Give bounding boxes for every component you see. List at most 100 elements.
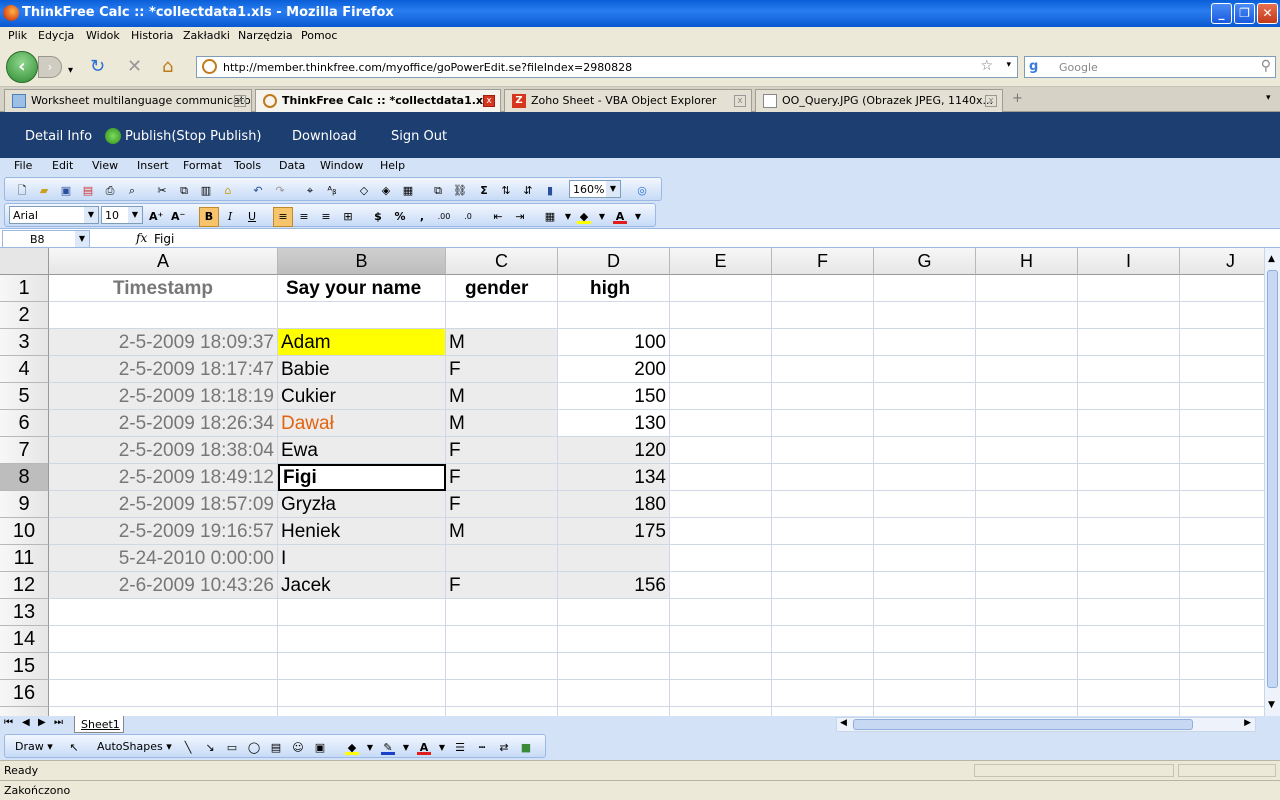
cell-b6[interactable]: Dawał: [278, 410, 446, 437]
sort-descending-icon[interactable]: ⇵: [521, 184, 535, 198]
forward-button[interactable]: ›: [38, 56, 62, 78]
grow-font-icon[interactable]: A⁺: [149, 210, 163, 224]
signout-link[interactable]: Sign Out: [391, 129, 447, 144]
cell-b8-selected[interactable]: Figi: [278, 464, 446, 491]
menu-format[interactable]: Format: [183, 159, 222, 172]
scroll-down-icon[interactable]: ▼: [1268, 700, 1275, 710]
row-header[interactable]: 13: [0, 599, 49, 626]
maximize-button[interactable]: ❐: [1234, 3, 1255, 24]
cell-a11[interactable]: 5-24-2010 0:00:00: [49, 545, 278, 572]
column-header-i[interactable]: I: [1078, 248, 1180, 275]
formula-input[interactable]: Figi: [154, 232, 174, 246]
cell-c6[interactable]: M: [446, 410, 558, 437]
function-icon[interactable]: fx: [136, 231, 147, 245]
open-icon[interactable]: ▰: [37, 184, 51, 198]
column-header-d[interactable]: D: [558, 248, 670, 275]
menu-tools[interactable]: Tools: [234, 159, 261, 172]
menu-data[interactable]: Data: [279, 159, 305, 172]
close-tab-icon[interactable]: x: [234, 95, 246, 107]
publish-link[interactable]: Publish(Stop Publish): [125, 129, 262, 144]
close-tab-icon[interactable]: x: [734, 95, 746, 107]
scroll-up-icon[interactable]: ▲: [1268, 254, 1275, 264]
search-icon[interactable]: ⚲: [1261, 58, 1271, 74]
cell-d1[interactable]: high: [558, 275, 670, 302]
hyperlink-icon[interactable]: ⛓: [453, 184, 467, 198]
help-icon[interactable]: ◎: [635, 184, 649, 198]
tab-list-icon[interactable]: ▾: [1266, 93, 1271, 103]
dash-style-icon[interactable]: ┅: [475, 741, 489, 755]
cell-d9[interactable]: 180: [558, 491, 670, 518]
undo-icon[interactable]: ↶: [251, 184, 265, 198]
menu-historia[interactable]: Historia: [131, 29, 173, 42]
currency-icon[interactable]: $: [371, 210, 385, 224]
column-header-g[interactable]: G: [874, 248, 976, 275]
back-button[interactable]: ‹: [6, 51, 38, 83]
underline-icon[interactable]: U: [245, 210, 259, 224]
autosum-icon[interactable]: Σ: [477, 184, 491, 198]
cell-b5[interactable]: Cukier: [278, 383, 446, 410]
find-icon[interactable]: ⌖: [303, 184, 317, 198]
row-header[interactable]: 16: [0, 680, 49, 707]
new-tab-icon[interactable]: +: [1012, 91, 1023, 106]
row-header[interactable]: 7: [0, 437, 49, 464]
cell-a10[interactable]: 2-5-2009 19:16:57: [49, 518, 278, 545]
cell-d12[interactable]: 156: [558, 572, 670, 599]
font-color-icon[interactable]: A: [417, 741, 431, 755]
stop-icon[interactable]: ✕: [127, 58, 142, 76]
chevron-down-icon[interactable]: ▼: [561, 210, 575, 224]
cell-c4[interactable]: F: [446, 356, 558, 383]
line-color-icon[interactable]: ✎: [381, 741, 395, 755]
url-input[interactable]: http://member.thinkfree.com/myoffice/goP…: [196, 56, 1018, 78]
menu-edit[interactable]: Edit: [52, 159, 73, 172]
arrow-icon[interactable]: ↘: [203, 741, 217, 755]
format-painter-icon[interactable]: ⌂: [221, 184, 235, 198]
select-pointer-icon[interactable]: ↖: [67, 741, 81, 755]
menu-plik[interactable]: Plik: [8, 29, 27, 42]
minimize-button[interactable]: _: [1211, 3, 1232, 24]
cell-c12[interactable]: F: [446, 572, 558, 599]
arrow-style-icon[interactable]: ⇄: [497, 741, 511, 755]
bold-icon[interactable]: B: [199, 207, 219, 227]
align-center-icon[interactable]: ≡: [297, 210, 311, 224]
bookmark-star-icon[interactable]: ☆: [980, 58, 993, 74]
chevron-down-icon[interactable]: ▼: [399, 741, 413, 755]
cell-b9[interactable]: Gryzła: [278, 491, 446, 518]
close-tab-icon[interactable]: x: [985, 95, 997, 107]
font-select[interactable]: Arial ▼: [9, 206, 99, 224]
menu-help[interactable]: Help: [380, 159, 405, 172]
select-all-corner[interactable]: [0, 248, 49, 275]
pdf-icon[interactable]: ▤: [81, 184, 95, 198]
column-header-e[interactable]: E: [670, 248, 772, 275]
row-header[interactable]: 4: [0, 356, 49, 383]
column-header-f[interactable]: F: [772, 248, 874, 275]
hscroll-thumb[interactable]: [853, 719, 1193, 730]
prev-sheet-icon[interactable]: ◀: [22, 717, 30, 728]
cell-d7[interactable]: 120: [558, 437, 670, 464]
eraser-icon[interactable]: ◇: [357, 184, 371, 198]
chart-icon[interactable]: ▮: [543, 184, 557, 198]
cell-a9[interactable]: 2-5-2009 18:57:09: [49, 491, 278, 518]
sort-ascending-icon[interactable]: ⇅: [499, 184, 513, 198]
increase-decimal-icon[interactable]: .00: [437, 210, 451, 224]
menu-view[interactable]: View: [92, 159, 118, 172]
tab-ooquery[interactable]: OO_Query.JPG (Obrazek JPEG, 1140x... x: [755, 89, 1003, 112]
download-link[interactable]: Download: [292, 129, 357, 144]
close-tab-icon[interactable]: x: [483, 95, 495, 107]
font-size-select[interactable]: 10 ▼: [101, 206, 143, 224]
row-header[interactable]: 3: [0, 329, 49, 356]
cell-a2[interactable]: [49, 302, 278, 329]
paste-icon[interactable]: ▥: [199, 184, 213, 198]
cell-b2[interactable]: [278, 302, 446, 329]
line-icon[interactable]: ╲: [181, 741, 195, 755]
copy-icon[interactable]: ⧉: [177, 184, 191, 198]
scroll-right-icon[interactable]: ▶: [1244, 718, 1251, 728]
shrink-font-icon[interactable]: A⁻: [171, 210, 185, 224]
menu-pomoc[interactable]: Pomoc: [301, 29, 337, 42]
empty-cells[interactable]: [49, 599, 670, 716]
tab-zoho[interactable]: Z Zoho Sheet - VBA Object Explorer x: [504, 89, 752, 112]
cell-c11[interactable]: [446, 545, 558, 572]
url-dropdown-icon[interactable]: ▾: [1006, 60, 1011, 70]
tab-worksheet[interactable]: Worksheet multilanguage communicator x: [4, 89, 252, 112]
sheet-tab-sheet1[interactable]: Sheet1: [74, 716, 124, 733]
close-window-button[interactable]: ✕: [1257, 3, 1278, 24]
